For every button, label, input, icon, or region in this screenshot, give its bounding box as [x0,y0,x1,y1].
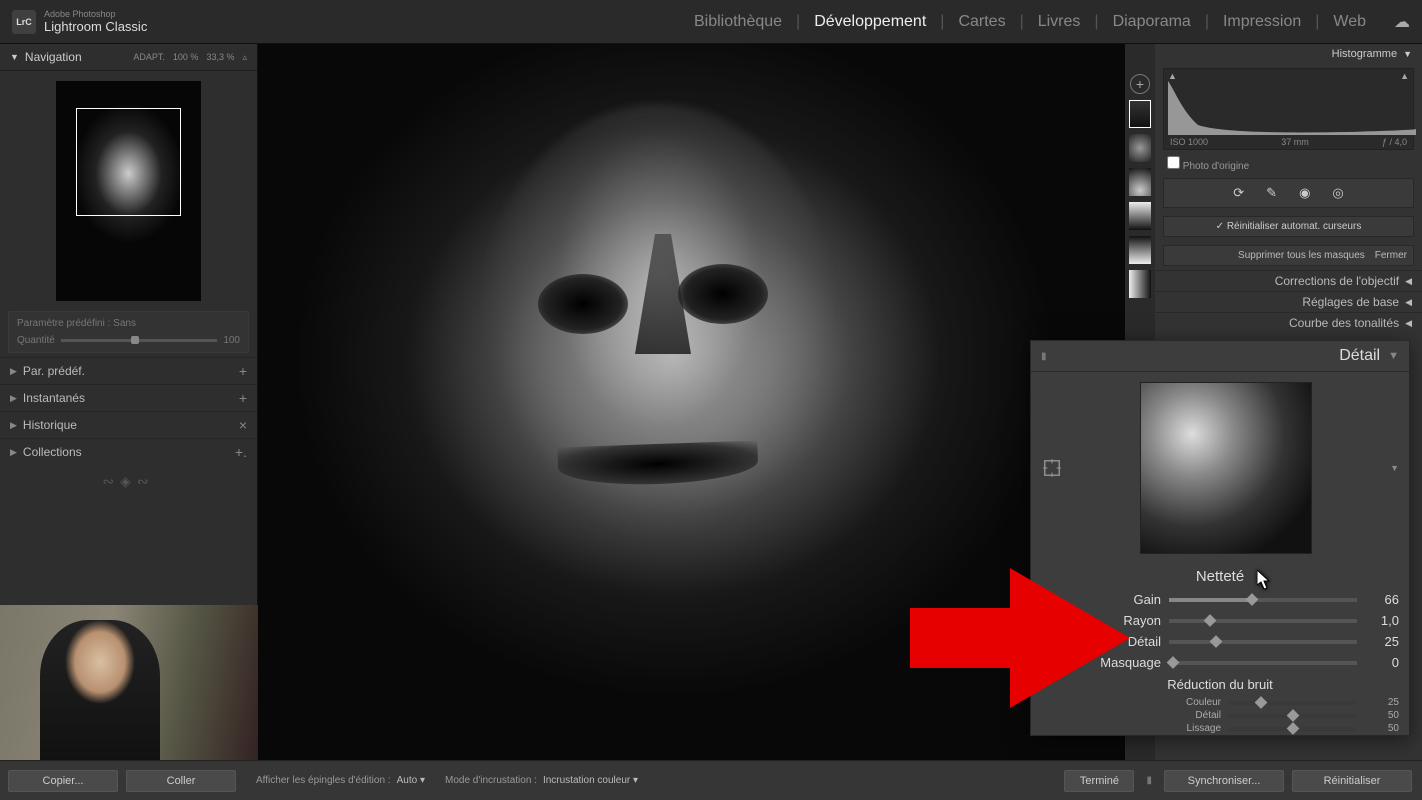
section-basic[interactable]: Réglages de base◀ [1155,291,1422,312]
section-lens[interactable]: Corrections de l'objectif◀ [1155,270,1422,291]
section-snapshots[interactable]: ▶Instantanés+ [0,384,257,411]
chevron-down-icon: ▼ [10,52,19,62]
quantity-label: Quantité [17,335,55,346]
slider-radius[interactable]: Rayon 1,0 [1031,610,1409,631]
mask-thumb-1[interactable] [1129,100,1151,128]
tab-book[interactable]: Livres [1038,13,1081,31]
navigator-thumbnail[interactable] [56,81,201,301]
reset-button[interactable]: Réinitialiser [1292,770,1412,792]
crop-icon[interactable]: ⟳ [1233,185,1244,201]
eye-icon[interactable]: ◉ [1299,185,1310,201]
quantity-value: 100 [223,335,240,346]
tab-library[interactable]: Bibliothèque [694,13,782,31]
copy-button[interactable]: Copier... [8,770,118,792]
app-brand: Adobe Photoshop [44,9,147,19]
bottom-bar: Copier... Coller Afficher les épingles d… [0,760,1422,800]
histo-iso: ISO 1000 [1170,137,1208,147]
add-mask-button[interactable]: + [1130,74,1150,94]
plus-icon[interactable]: + [239,363,247,379]
section-snapshots-label: Instantanés [23,391,85,405]
done-button[interactable]: Terminé [1064,770,1134,792]
mask-thumb-4[interactable] [1129,202,1151,230]
histogram-header[interactable]: Histogramme ▼ [1155,44,1422,64]
chevron-down-icon[interactable]: ▼ [1390,463,1405,473]
mask-thumb-6[interactable] [1129,270,1151,298]
zoom-pct[interactable]: 33,3 % [206,52,234,63]
pins-label: Afficher les épingles d'édition : [256,775,391,786]
delete-masks-button[interactable]: Supprimer tous les masques [1238,250,1365,261]
panel-ornament: ∾◈∾ [0,465,257,498]
detail-title: Détail [1047,347,1381,365]
brush-icon[interactable]: ✎ [1266,185,1277,201]
original-photo-toggle[interactable]: Photo d'origine [1155,154,1422,174]
plus-icon[interactable]: +. [235,444,247,460]
radial-icon[interactable]: ◎ [1332,185,1343,201]
original-checkbox[interactable] [1167,156,1180,169]
slider-noise-color[interactable]: Couleur 25 [1031,696,1409,709]
clip-highlight-icon[interactable]: ▲ [1400,71,1409,81]
webcam-overlay [0,605,258,760]
navigator-title: Navigation [25,50,133,64]
histo-focal: 37 mm [1281,137,1309,147]
zoom-100[interactable]: 100 % [173,52,199,63]
chevron-down-icon: ▼ [1403,49,1412,59]
mask-thumb-2[interactable] [1129,134,1151,162]
slider-detail[interactable]: Détail 25 [1031,631,1409,652]
close-masks-button[interactable]: Fermer [1375,250,1407,261]
section-history[interactable]: ▶Historique× [0,411,257,438]
tab-develop[interactable]: Développement [814,13,926,31]
overlay-mode-select[interactable]: Incrustation couleur ▾ [543,775,638,786]
section-presets-label: Par. prédéf. [23,364,85,378]
module-tabs: Bibliothèque| Développement| Cartes| Liv… [694,12,1410,32]
top-bar: LrC Adobe Photoshop Lightroom Classic Bi… [0,0,1422,44]
preset-label: Paramètre prédéfini : Sans [17,318,240,329]
section-collections[interactable]: ▶Collections+. [0,438,257,465]
reset-cursors-row[interactable]: ✓ Réinitialiser automat. curseurs [1163,216,1414,237]
slider-noise-smooth[interactable]: Lissage 50 [1031,722,1409,735]
navigator-header[interactable]: ▼ Navigation ADAPT. 100 % 33,3 % ▵ [0,44,257,71]
section-tone[interactable]: Courbe des tonalités◀ [1155,312,1422,333]
histogram-title: Histogramme [1165,48,1397,60]
section-history-label: Historique [23,418,77,432]
app-logo: LrC [12,10,36,34]
tab-slideshow[interactable]: Diaporama [1113,13,1191,31]
main-photo [258,44,1125,760]
detail-panel: ▮ Détail ▼ ▼ Netteté Gain 66 Rayon 1,0 D… [1030,340,1410,736]
tab-print[interactable]: Impression [1223,13,1301,31]
sync-button[interactable]: Synchroniser... [1164,770,1284,792]
quantity-slider[interactable] [61,339,218,342]
section-presets[interactable]: ▶Par. prédéf.+ [0,357,257,384]
histo-aperture: ƒ / 4,0 [1382,137,1407,147]
slider-masking[interactable]: Masquage 0 [1031,652,1409,673]
profile-preset-box: Paramètre prédéfini : Sans Quantité 100 [8,311,249,353]
mask-thumb-3[interactable] [1129,168,1151,196]
panel-switch-icon[interactable]: ▮ [1146,775,1152,786]
app-title: Adobe Photoshop Lightroom Classic [44,9,147,34]
zoom-mode[interactable]: ADAPT. [133,52,165,63]
tab-web[interactable]: Web [1333,13,1366,31]
pins-mode-select[interactable]: Auto ▾ [397,775,425,786]
detail-target-icon[interactable] [1043,459,1061,477]
overlay-label: Mode d'incrustation : [445,775,537,786]
zoom-stepper-icon[interactable]: ▵ [242,52,247,63]
detail-zoom-preview[interactable] [1140,382,1312,554]
paste-button[interactable]: Coller [126,770,236,792]
mask-thumb-5[interactable] [1129,236,1151,264]
close-icon[interactable]: × [239,417,247,433]
tab-map[interactable]: Cartes [958,13,1005,31]
mask-tool-row: ⟳ ✎ ◉ ◎ [1163,178,1414,208]
sharpening-title: Netteté [1031,564,1409,589]
noise-title: Réduction du bruit [1031,673,1409,696]
clip-shadow-icon[interactable]: ▲ [1168,71,1177,81]
section-collections-label: Collections [23,445,82,459]
app-name: Lightroom Classic [44,19,147,34]
plus-icon[interactable]: + [239,390,247,406]
slider-gain[interactable]: Gain 66 [1031,589,1409,610]
canvas[interactable] [258,44,1125,760]
navigator-viewport-rect[interactable] [76,108,181,216]
cloud-sync-icon[interactable]: ☁ [1394,12,1410,32]
histogram[interactable]: ▲ ▲ ISO 1000 37 mm ƒ / 4,0 [1163,68,1414,150]
chevron-down-icon[interactable]: ▼ [1388,350,1399,362]
slider-noise-detail[interactable]: Détail 50 [1031,709,1409,722]
